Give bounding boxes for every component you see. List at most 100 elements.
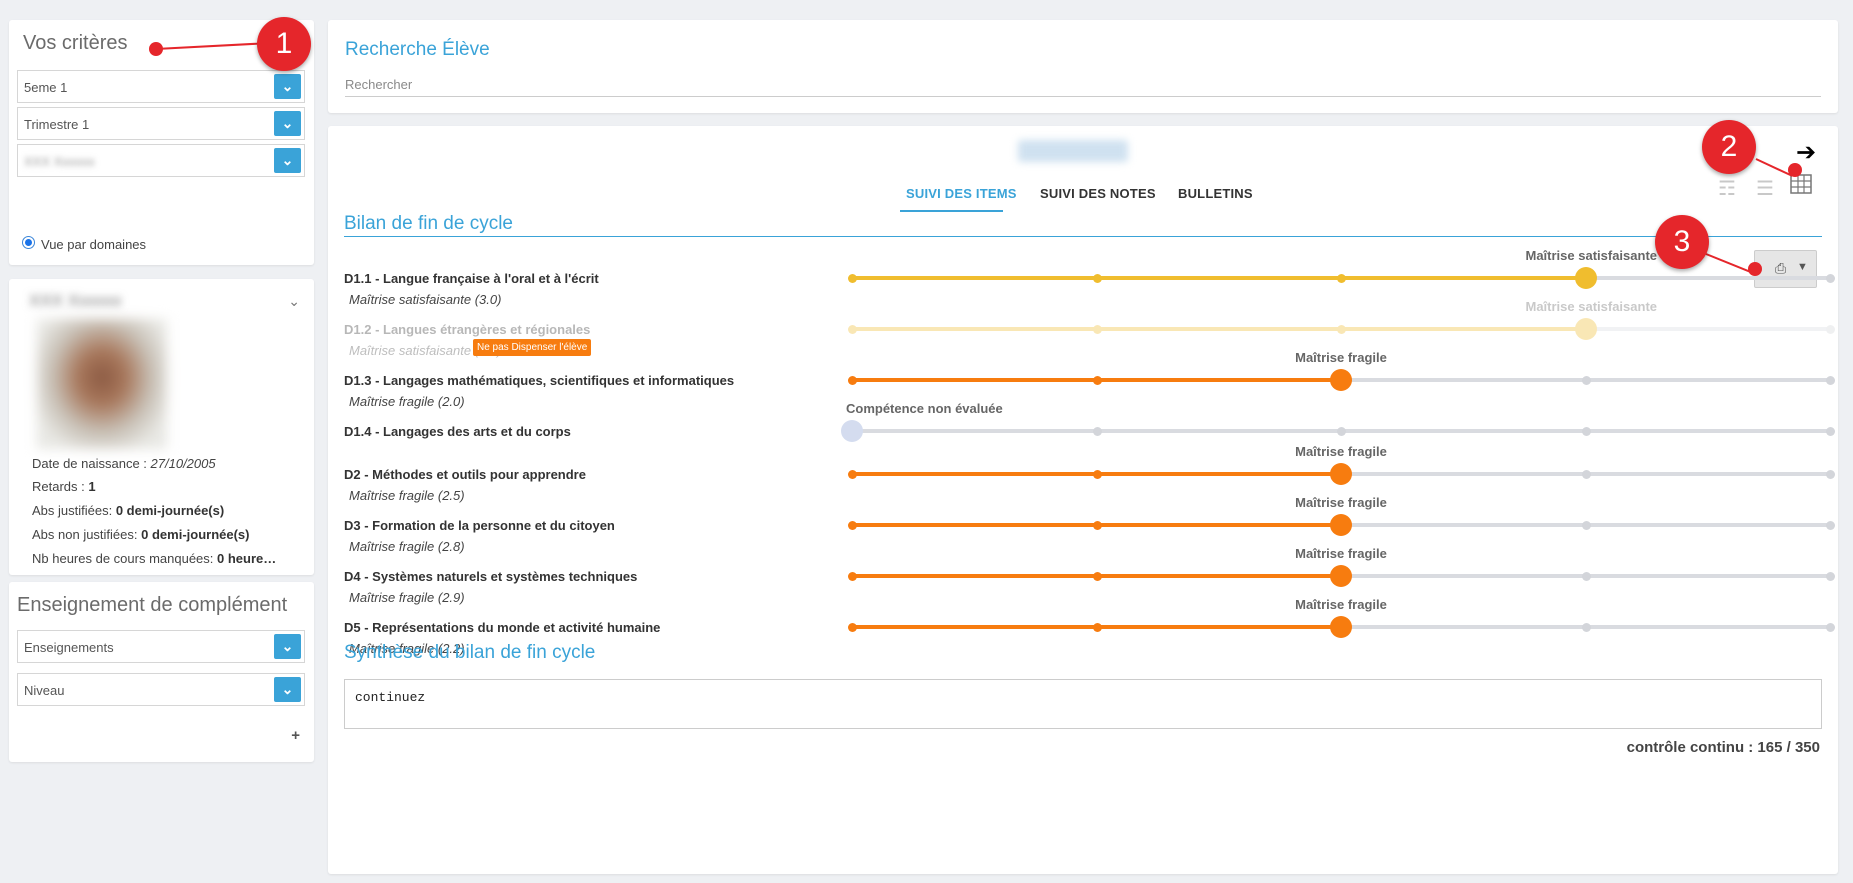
- domain-label: D1.3 - Langages mathématiques, scientifi…: [344, 373, 735, 388]
- export-button[interactable]: ⎙ ▼: [1754, 250, 1817, 288]
- domain-label: D1.4 - Langages des arts et du corps: [344, 424, 571, 439]
- slider-step-dot[interactable]: [1826, 622, 1835, 632]
- slider-step-dot[interactable]: [1092, 375, 1102, 385]
- callout-dot-1: [149, 42, 163, 56]
- chevron-down-icon[interactable]: ⌄: [274, 111, 301, 136]
- level-label: Maîtrise fragile: [1295, 350, 1387, 365]
- slider-handle[interactable]: [1574, 318, 1597, 340]
- slider-step-dot[interactable]: [1337, 426, 1346, 436]
- arrow-right-icon[interactable]: ➔: [1796, 138, 1816, 167]
- slider-handle[interactable]: [841, 420, 863, 442]
- domain-view-radio[interactable]: [22, 236, 35, 249]
- slider-step-dot[interactable]: [1581, 469, 1591, 479]
- level-label: Maîtrise fragile: [1295, 444, 1387, 459]
- domain-score: Maîtrise satisfaisante (3.0): [349, 292, 502, 307]
- slider-step-dot[interactable]: [1337, 273, 1346, 283]
- layers-icon[interactable]: ☶: [1718, 176, 1736, 201]
- abs-unjustified-label: Abs non justifiées:: [32, 527, 138, 542]
- slider-step-dot[interactable]: [848, 324, 857, 334]
- slider-handle[interactable]: [1330, 565, 1352, 587]
- missed-hours-label: Nb heures de cours manquées:: [32, 551, 214, 566]
- slider-step-dot[interactable]: [1581, 622, 1591, 632]
- caret-down-icon: ▼: [1797, 261, 1808, 273]
- synthese-textarea[interactable]: continuez: [344, 679, 1822, 729]
- period-select[interactable]: Trimestre 1 ⌄: [17, 107, 305, 140]
- slider-fill: [852, 276, 1586, 280]
- search-input[interactable]: Rechercher: [345, 75, 1821, 97]
- class-select[interactable]: 5eme 1 ⌄: [17, 70, 305, 103]
- niveau-select[interactable]: Niveau ⌄: [17, 673, 305, 706]
- slider-step-dot[interactable]: [848, 469, 857, 479]
- domain-label: D1.2 - Langues étrangères et régionales: [344, 322, 591, 337]
- chevron-down-icon[interactable]: ⌄: [274, 148, 301, 173]
- enseignement-title: Enseignement de complément: [17, 594, 288, 616]
- abs-unjustified-value: 0 demi-journée(s): [141, 527, 250, 542]
- student-panel: XXX Xxxxxx ⌄ Date de naissance : 27/10/2…: [9, 279, 314, 575]
- slider-step-dot[interactable]: [1092, 520, 1102, 530]
- slider-handle[interactable]: [1330, 514, 1352, 536]
- slider-step-dot[interactable]: [1092, 622, 1102, 632]
- chevron-down-icon[interactable]: ⌄: [274, 677, 301, 702]
- slider-step-dot[interactable]: [1092, 426, 1102, 436]
- student-select-value: XXX Xxxxxx: [24, 154, 95, 169]
- slider-step-dot[interactable]: [1826, 426, 1835, 436]
- align-icon[interactable]: ☰: [1756, 176, 1774, 201]
- search-title: Recherche Élève: [345, 39, 490, 60]
- table-icon[interactable]: [1790, 174, 1812, 200]
- slider-step-dot[interactable]: [1581, 571, 1591, 581]
- birth-date: Date de naissance : 27/10/2005: [32, 456, 216, 471]
- slider-step-dot[interactable]: [1092, 324, 1102, 334]
- slider-handle[interactable]: [1330, 369, 1352, 391]
- slider-step-dot[interactable]: [1092, 571, 1102, 581]
- add-button[interactable]: +: [291, 727, 300, 744]
- slider-step-dot[interactable]: [1826, 273, 1835, 283]
- domain-score: Maîtrise fragile (2.9): [349, 590, 465, 605]
- slider-step-dot[interactable]: [1826, 375, 1835, 385]
- abs-justified-label: Abs justifiées:: [32, 503, 113, 518]
- chevron-down-icon[interactable]: ⌄: [274, 634, 301, 659]
- slider-step-dot[interactable]: [1581, 375, 1591, 385]
- enseignements-select-value: Enseignements: [24, 640, 114, 655]
- student-header-name: [1018, 140, 1128, 162]
- late-count: Retards : 1: [32, 479, 96, 494]
- student-select[interactable]: XXX Xxxxxx ⌄: [17, 144, 305, 177]
- abs-justified: Abs justifiées: 0 demi-journée(s): [32, 503, 224, 518]
- domain-label: D3 - Formation de la personne et du cito…: [344, 518, 615, 533]
- slider-step-dot[interactable]: [1826, 520, 1835, 530]
- slider-step-dot[interactable]: [848, 622, 857, 632]
- slider-step-dot[interactable]: [1581, 426, 1591, 436]
- slider-step-dot[interactable]: [1337, 324, 1346, 334]
- birth-date-value: 27/10/2005: [150, 456, 216, 471]
- slider-step-dot[interactable]: [1826, 324, 1835, 334]
- printer-icon: ⎙: [1775, 260, 1787, 276]
- tab-suivi-items[interactable]: SUIVI DES ITEMS: [906, 186, 1017, 201]
- level-label: Maîtrise satisfaisante: [1525, 299, 1658, 314]
- domain-label: D5 - Représentations du monde et activit…: [344, 620, 661, 635]
- slider-step-dot[interactable]: [1092, 273, 1102, 283]
- slider-step-dot[interactable]: [1826, 469, 1835, 479]
- slider-step-dot[interactable]: [1581, 520, 1591, 530]
- domain-score: Maîtrise fragile (2.8): [349, 539, 465, 554]
- slider-step-dot[interactable]: [848, 571, 857, 581]
- enseignements-select[interactable]: Enseignements ⌄: [17, 630, 305, 663]
- main-panel: ➔ ☶ ☰ SUIVI DES ITEMS SUIVI DES NOTES BU…: [328, 126, 1838, 874]
- chevron-down-icon[interactable]: ⌄: [288, 293, 300, 310]
- slider-step-dot[interactable]: [848, 520, 857, 530]
- missed-hours-value: 0 heure…: [217, 551, 277, 566]
- slider-step-dot[interactable]: [848, 273, 857, 283]
- chevron-down-icon[interactable]: ⌄: [274, 74, 301, 99]
- slider-step-dot[interactable]: [1092, 469, 1102, 479]
- slider-step-dot[interactable]: [848, 375, 857, 385]
- criteria-title: Vos critères: [23, 32, 128, 54]
- dispense-badge[interactable]: Ne pas Dispenser l'élève: [473, 339, 592, 356]
- slider-handle[interactable]: [1330, 463, 1352, 485]
- slider-handle[interactable]: [1330, 616, 1352, 638]
- slider-handle[interactable]: [1574, 267, 1597, 289]
- slider-step-dot[interactable]: [1826, 571, 1835, 581]
- active-tab-indicator: [900, 210, 1003, 212]
- tab-bulletins[interactable]: BULLETINS: [1178, 186, 1253, 201]
- birth-date-label: Date de naissance :: [32, 456, 147, 471]
- missed-hours: Nb heures de cours manquées: 0 heure…: [32, 551, 276, 566]
- tab-suivi-notes[interactable]: SUIVI DES NOTES: [1040, 186, 1156, 201]
- student-name: XXX Xxxxxx: [29, 291, 122, 310]
